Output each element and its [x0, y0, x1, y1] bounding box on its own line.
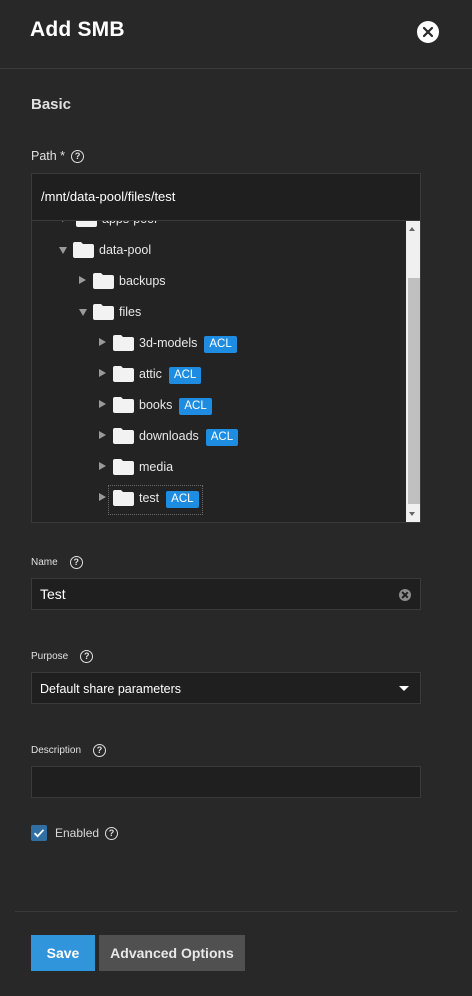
expand-arrow-icon[interactable]	[99, 400, 106, 408]
folder-icon	[113, 397, 134, 413]
scrollbar-thumb[interactable]	[408, 278, 420, 504]
tree-node-name: books	[139, 398, 173, 412]
enabled-label-text: Enabled	[55, 826, 100, 840]
dropdown-arrow-icon[interactable]	[399, 686, 409, 691]
description-label-text: Description	[31, 745, 82, 757]
enabled-checkbox[interactable]	[31, 825, 47, 841]
footer-divider	[15, 911, 457, 912]
description-label: Description?	[31, 744, 107, 757]
clear-icon[interactable]	[399, 589, 411, 601]
acl-badge: ACL	[205, 429, 239, 446]
folder-icon	[73, 242, 94, 258]
tree-node-name: 3d-models	[139, 336, 198, 350]
collapse-arrow-icon[interactable]	[59, 247, 67, 254]
path-input-field[interactable]	[31, 173, 421, 221]
help-icon[interactable]: ?	[69, 556, 83, 569]
tree-node-label: files	[119, 305, 142, 319]
dialog-header: Add SMB	[0, 0, 472, 69]
folder-icon	[113, 366, 134, 382]
name-label: Name?	[31, 556, 83, 569]
advanced-options-button[interactable]: Advanced Options	[99, 935, 245, 971]
folder-icon	[93, 304, 114, 320]
enabled-label: Enabled?	[55, 826, 119, 841]
path-input[interactable]	[41, 189, 401, 204]
name-input[interactable]	[40, 586, 380, 602]
tree-node-label: data-pool	[99, 243, 152, 257]
scroll-up-icon[interactable]	[409, 227, 415, 231]
path-label-text: Path *	[31, 149, 66, 163]
acl-badge: ACL	[204, 336, 237, 353]
tree-node-name: attic	[139, 367, 162, 381]
close-icon[interactable]	[417, 21, 439, 43]
tree-node-label: 3d-models ACL	[139, 336, 237, 353]
save-button[interactable]: Save	[31, 935, 95, 971]
acl-badge: ACL	[179, 398, 212, 415]
purpose-select[interactable]: Default share parameters	[31, 672, 421, 704]
expand-arrow-icon[interactable]	[99, 493, 106, 501]
description-input[interactable]	[40, 774, 380, 790]
name-field[interactable]	[31, 578, 421, 610]
tree-node-label: backups	[119, 274, 166, 288]
description-field[interactable]	[31, 766, 421, 798]
folder-icon	[113, 459, 134, 475]
folder-icon	[113, 428, 134, 444]
dialog-title: Add SMB	[30, 18, 125, 41]
folder-icon	[93, 273, 114, 289]
name-label-text: Name	[31, 557, 58, 569]
folder-icon	[113, 335, 134, 351]
expand-arrow-icon[interactable]	[99, 338, 106, 346]
help-icon[interactable]: ?	[71, 150, 85, 164]
purpose-label: Purpose?	[31, 650, 94, 663]
collapse-arrow-icon[interactable]	[79, 309, 87, 316]
help-icon[interactable]: ?	[105, 827, 119, 841]
tree-node-label: books ACL	[139, 398, 212, 415]
section-title: Basic	[31, 96, 72, 113]
folder-icon	[76, 221, 97, 227]
checkmark-icon	[33, 829, 45, 838]
expand-arrow-icon[interactable]	[62, 221, 69, 222]
purpose-select-value: Default share parameters	[40, 682, 182, 696]
folder-icon	[113, 490, 134, 506]
help-icon[interactable]: ?	[80, 650, 94, 663]
tree-node-label: media	[139, 460, 174, 474]
tree-node-name: downloads	[139, 429, 199, 443]
acl-badge: ACL	[166, 491, 199, 508]
expand-arrow-icon[interactable]	[99, 369, 106, 377]
expand-arrow-icon[interactable]	[79, 276, 86, 284]
tree-node-label: attic ACL	[139, 367, 202, 384]
tree-node-name: test	[139, 491, 160, 505]
tree-node-label: downloads ACL	[139, 429, 239, 446]
purpose-label-text: Purpose	[31, 651, 69, 663]
help-icon[interactable]: ?	[93, 744, 107, 757]
tree-node-label: test ACL	[139, 491, 199, 508]
tree-node-label: apps-pool	[102, 221, 157, 226]
acl-badge: ACL	[168, 367, 202, 384]
path-label: Path *?	[31, 149, 85, 164]
scroll-down-icon[interactable]	[409, 512, 415, 516]
expand-arrow-icon[interactable]	[99, 462, 106, 470]
directory-tree: apps-pool data-pool backups files 3d-mod…	[31, 221, 421, 523]
expand-arrow-icon[interactable]	[99, 431, 106, 439]
